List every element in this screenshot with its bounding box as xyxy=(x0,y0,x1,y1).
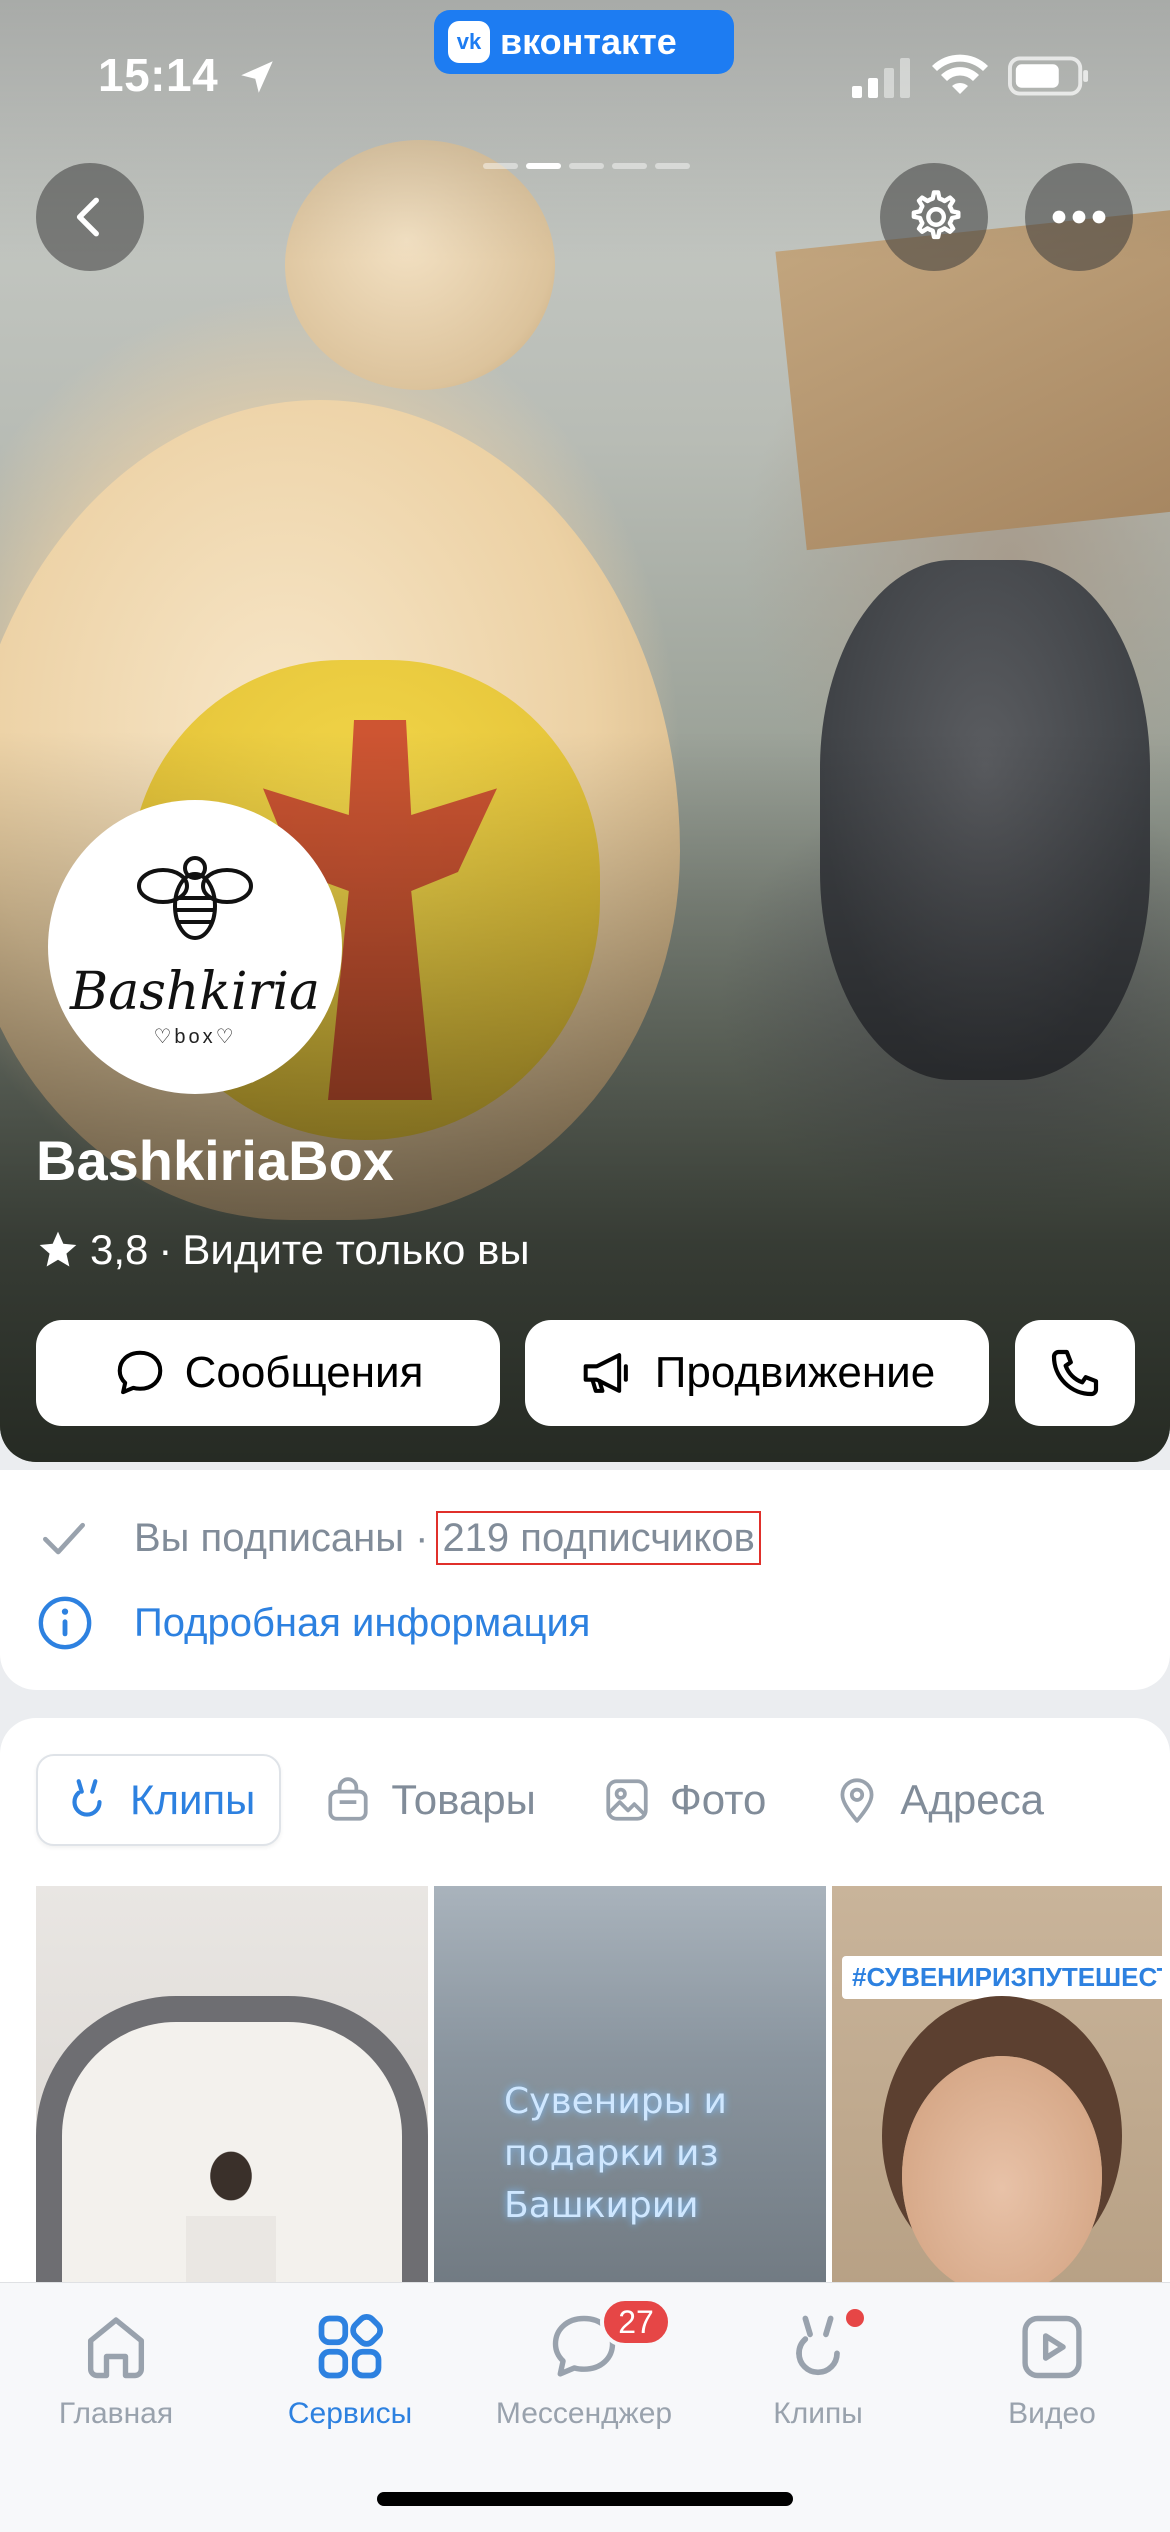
tab-clips[interactable]: Клипы xyxy=(36,1754,282,1846)
info-icon xyxy=(38,1596,92,1650)
cellular-signal-icon xyxy=(852,58,910,98)
group-name: BashkiriaBox xyxy=(36,1129,394,1192)
page-dot xyxy=(569,163,604,169)
tabbar-services[interactable]: Сервисы xyxy=(250,2309,450,2431)
megaphone-icon xyxy=(583,1353,628,1393)
photo-icon xyxy=(606,1779,648,1821)
page-dot xyxy=(483,163,518,169)
gear-icon xyxy=(911,190,961,240)
clip-hashtag: #СУВЕНИРИЗПУТЕШЕСТВ xyxy=(842,1956,1162,1999)
promotion-button[interactable]: Продвижение xyxy=(525,1320,989,1426)
status-time: 15:14 xyxy=(98,49,219,101)
clips-gallery: Сувениры и подарки из Башкирии #СУВЕНИРИ… xyxy=(36,1886,1162,2306)
clip-neon-text: Сувениры и подарки из Башкирии xyxy=(504,2081,727,2226)
chat-bubble-icon xyxy=(117,1350,162,1395)
home-icon xyxy=(87,2317,145,2379)
tabbar-video-label: Видео xyxy=(1008,2397,1096,2430)
bee-logo-icon xyxy=(137,855,253,940)
return-to-app-pill[interactable]: vk вконтакте xyxy=(434,10,734,74)
rating-value: 3,8 xyxy=(90,1226,149,1273)
phone-icon xyxy=(1051,1349,1099,1397)
tabbar-messenger-label: Мессенджер xyxy=(495,2397,673,2430)
settings-button[interactable] xyxy=(880,163,988,271)
details-link[interactable]: Подробная информация xyxy=(36,1594,590,1652)
tabbar-clips-label: Клипы xyxy=(773,2397,863,2430)
messages-button[interactable]: Сообщения xyxy=(36,1320,500,1426)
avatar-brand-text: Bashkiria xyxy=(69,961,321,1022)
star-icon xyxy=(39,1231,77,1267)
back-button[interactable] xyxy=(36,163,144,271)
cover-header: 15:14 vk вконтакте Bashkiria ♡box♡ Bashk… xyxy=(0,0,1170,1462)
clip-person xyxy=(186,2136,276,2306)
check-icon xyxy=(43,1522,85,1555)
tabbar-services-label: Сервисы xyxy=(287,2397,413,2430)
tabbar-messenger[interactable]: 27 Мессенджер xyxy=(484,2297,684,2431)
subscribers-count[interactable]: 219 подписчиков xyxy=(436,1511,761,1565)
clip-thumbnail[interactable] xyxy=(36,1886,428,2306)
tab-photos[interactable]: Фото xyxy=(578,1754,791,1846)
vk-logo-icon: vk xyxy=(448,21,490,63)
bag-icon xyxy=(328,1777,368,1821)
tabbar-home[interactable]: Главная xyxy=(16,2309,216,2431)
group-meta: 3,8 · Видите только вы xyxy=(36,1226,530,1274)
tabbar-home-label: Главная xyxy=(58,2397,174,2430)
group-info-card: Вы подписаны · 219 подписчиков Подробная… xyxy=(0,1470,1170,1690)
tab-clips-label: Клипы xyxy=(130,1776,256,1823)
location-arrow-icon xyxy=(241,61,273,93)
page-dot xyxy=(655,163,690,169)
services-grid-icon xyxy=(318,2314,383,2379)
more-dots-icon xyxy=(1052,210,1106,224)
promotion-label: Продвижение xyxy=(654,1348,936,1397)
subscribed-status: Вы подписаны · xyxy=(134,1515,429,1560)
group-avatar[interactable]: Bashkiria ♡box♡ xyxy=(48,800,342,1094)
tab-goods-label: Товары xyxy=(391,1776,536,1823)
unread-badge: 27 xyxy=(600,2297,672,2347)
avatar-brand-subtext: ♡box♡ xyxy=(153,1025,237,1048)
cover-page-indicator xyxy=(483,163,690,169)
messages-label: Сообщения xyxy=(184,1348,424,1397)
visibility-text: Видите только вы xyxy=(182,1226,530,1273)
details-label: Подробная информация xyxy=(134,1600,591,1645)
call-button[interactable] xyxy=(1015,1320,1135,1426)
wifi-icon xyxy=(932,54,988,94)
location-pin-icon xyxy=(840,1778,874,1823)
tab-photos-label: Фото xyxy=(669,1776,767,1823)
clip-thumbnail[interactable]: Сувениры и подарки из Башкирии xyxy=(434,1886,826,2306)
tab-addresses-label: Адреса xyxy=(900,1776,1044,1823)
content-tabs: Клипы Товары Фото Адреса xyxy=(36,1754,1068,1846)
page-dot xyxy=(612,163,647,169)
clip-thumbnail[interactable]: #СУВЕНИРИЗПУТЕШЕСТВ xyxy=(832,1886,1162,2306)
clip-face xyxy=(902,2056,1102,2296)
tabbar-video[interactable]: Видео xyxy=(952,2309,1152,2431)
meta-separator: · xyxy=(158,1226,173,1273)
video-icon xyxy=(1022,2315,1082,2379)
battery-icon xyxy=(1008,56,1089,96)
home-indicator xyxy=(377,2492,793,2506)
new-content-dot xyxy=(846,2309,864,2327)
clip-icon xyxy=(796,2315,840,2376)
subscription-row[interactable]: Вы подписаны · 219 подписчиков xyxy=(36,1510,761,1566)
tab-goods[interactable]: Товары xyxy=(299,1754,559,1846)
clip-icon xyxy=(72,1779,102,1817)
chevron-left-icon xyxy=(76,197,99,237)
page-dot-active xyxy=(526,163,561,169)
tab-addresses[interactable]: Адреса xyxy=(808,1754,1068,1846)
tabbar-clips[interactable]: Клипы xyxy=(718,2309,918,2431)
more-button[interactable] xyxy=(1025,163,1133,271)
return-to-app-label: вконтакте xyxy=(500,21,677,62)
